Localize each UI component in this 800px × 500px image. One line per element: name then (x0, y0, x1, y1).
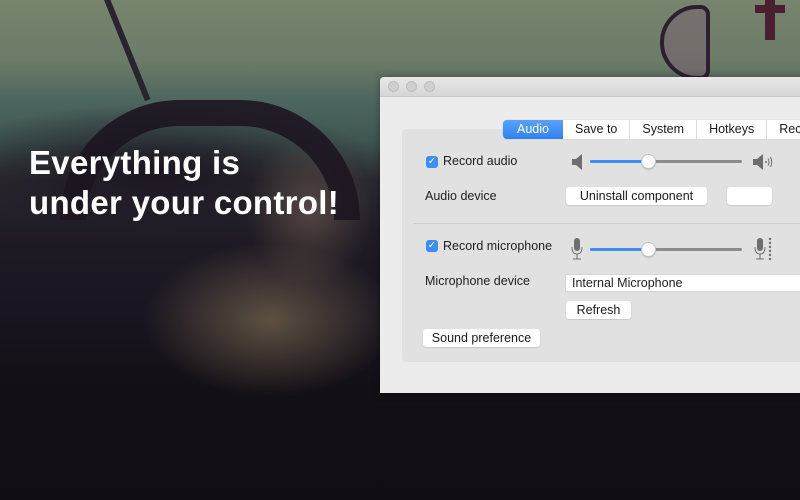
refresh-button[interactable]: Refresh (566, 301, 631, 319)
zoom-button[interactable] (424, 81, 435, 92)
audio-volume-fill (590, 160, 648, 163)
tab-bar: Audio Save to System Hotkeys Reco (503, 120, 800, 139)
record-microphone-label: Record microphone (443, 239, 553, 253)
title-bar (380, 77, 800, 97)
headline-line-2: under your control! (29, 184, 340, 221)
audio-extra-button[interactable] (727, 187, 772, 205)
uninstall-component-button[interactable]: Uninstall component (566, 187, 707, 205)
record-audio-label: Record audio (443, 154, 518, 168)
audio-device-label: Audio device (425, 189, 497, 203)
tab-recording[interactable]: Reco (767, 120, 800, 139)
close-button[interactable] (388, 81, 399, 92)
minimize-button[interactable] (406, 81, 417, 92)
headline-line-1: Everything is (29, 144, 241, 181)
audio-volume-slider[interactable] (590, 154, 742, 169)
microphone-volume-slider[interactable] (590, 242, 742, 257)
headline: Everything is under your control! (29, 143, 339, 223)
speaker-high-icon (753, 154, 773, 170)
microphone-device-label: Microphone device (425, 274, 530, 288)
microphone-icon (571, 238, 583, 260)
microphone-volume-fill (590, 248, 648, 251)
record-microphone-checkbox[interactable]: ✓ (426, 240, 438, 252)
speaker-low-icon (572, 154, 582, 170)
tab-save-to[interactable]: Save to (563, 120, 631, 139)
record-audio-checkbox[interactable]: ✓ (426, 156, 438, 168)
background-cross-ornament (755, 0, 785, 40)
tab-system[interactable]: System (630, 120, 698, 139)
tab-audio[interactable]: Audio (503, 120, 563, 139)
microphone-loud-icon (754, 237, 772, 261)
section-divider (413, 223, 800, 224)
microphone-device-select[interactable]: Internal Microphone (565, 274, 800, 292)
microphone-volume-knob[interactable] (640, 242, 656, 257)
tab-hotkeys[interactable]: Hotkeys (697, 120, 768, 139)
sound-preference-button[interactable]: Sound preference (423, 329, 540, 347)
audio-volume-knob[interactable] (640, 154, 656, 169)
